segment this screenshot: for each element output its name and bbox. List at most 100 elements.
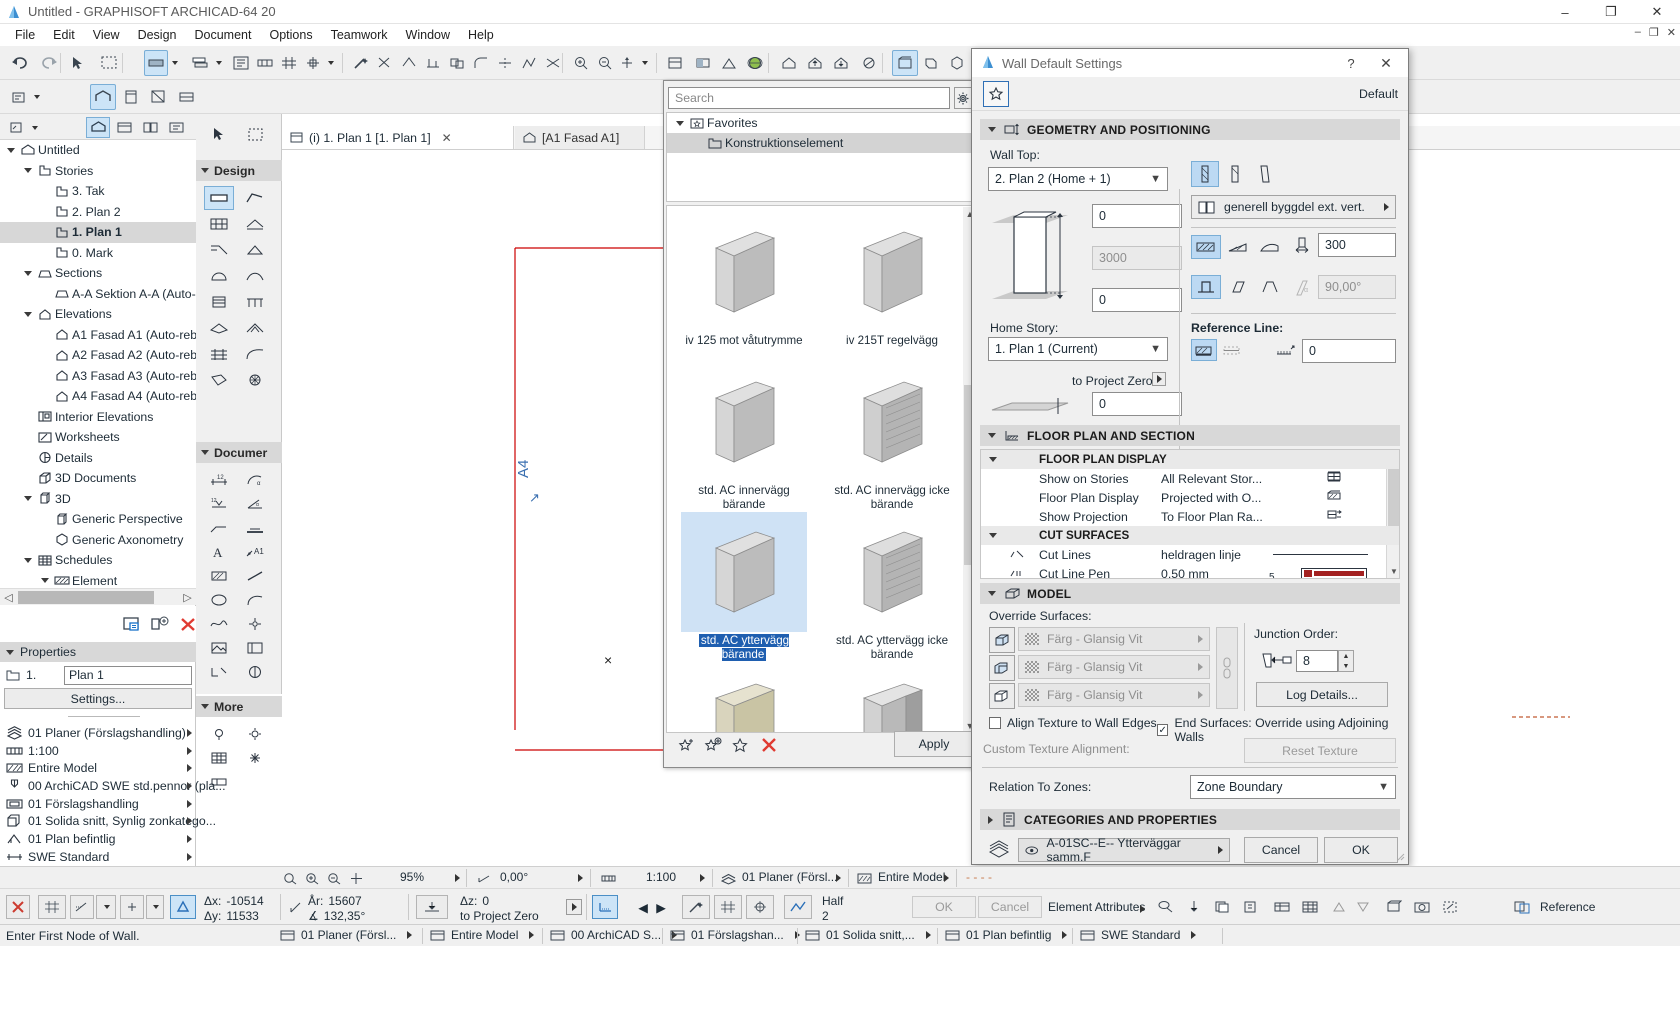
settings-row-3[interactable]: Show Projection To Floor Plan Ra...: [981, 507, 1399, 526]
menu-options[interactable]: Options: [260, 26, 321, 44]
model-section-header[interactable]: MODEL: [980, 583, 1400, 604]
project-zero-status-dropdown[interactable]: [566, 899, 582, 915]
bottom-combo-5[interactable]: 01 Plan befintlig: [945, 928, 1068, 942]
circle-tool[interactable]: [204, 588, 234, 612]
log-details-button[interactable]: Log Details...: [1256, 682, 1388, 707]
tree-item-worksheets[interactable]: Worksheets: [0, 427, 196, 448]
section-view-button[interactable]: [690, 50, 716, 76]
slanted-profile-button[interactable]: [1223, 275, 1253, 299]
object-tool[interactable]: [204, 264, 234, 288]
tree-item-element[interactable]: Element: [0, 571, 196, 589]
wall-angle-field[interactable]: 90,00°: [1318, 275, 1396, 299]
element-attributes-label[interactable]: Element Attributes: [1048, 900, 1145, 914]
beam-tool-button[interactable]: [146, 84, 172, 110]
3d-view-button[interactable]: [918, 50, 944, 76]
model-combo-dropdown-icon[interactable]: [944, 874, 949, 882]
marquee-select-tool[interactable]: [240, 122, 270, 146]
attribute-expand-icon[interactable]: [187, 799, 192, 808]
zone-label-tool[interactable]: [240, 516, 270, 540]
fillet-button[interactable]: [468, 50, 494, 76]
zoom-out-status-button[interactable]: [324, 869, 344, 887]
tree-item-details[interactable]: Details: [0, 448, 196, 469]
attribute-expand-icon[interactable]: [187, 852, 192, 861]
snap-guides-status-button[interactable]: [746, 895, 774, 919]
3d-window-button[interactable]: [892, 50, 918, 76]
attribute-expand-icon[interactable]: [187, 781, 192, 790]
model-combo-icon[interactable]: [854, 869, 874, 887]
element-settings-dropdown[interactable]: [30, 84, 42, 110]
expander-icon[interactable]: [21, 496, 35, 502]
3d-cutaway-button[interactable]: [1382, 895, 1406, 919]
grid-snap-2-button[interactable]: [70, 895, 94, 919]
close-button[interactable]: ✕: [1634, 0, 1680, 24]
stepper-up-icon[interactable]: ▲: [1339, 651, 1353, 661]
dialog-help-button[interactable]: ?: [1338, 53, 1364, 73]
mdi-close-button[interactable]: ✕: [1667, 26, 1676, 39]
curved-wall-button[interactable]: [1221, 161, 1249, 187]
setting-value[interactable]: 0,50 mm: [1161, 567, 1209, 579]
hotspot-tool[interactable]: [240, 612, 270, 636]
stair-tool[interactable]: [204, 290, 234, 314]
wall-height-field[interactable]: 3000: [1092, 246, 1182, 270]
favorite-item-4[interactable]: std. AC yttervägg bärande: [681, 512, 807, 662]
element-settings-button[interactable]: [8, 84, 30, 110]
shell-tool[interactable]: [240, 342, 270, 366]
reset-texture-button[interactable]: Reset Texture: [1244, 738, 1396, 763]
properties-collapse-icon[interactable]: [6, 649, 14, 655]
home-story-select[interactable]: 1. Plan 1 (Current) ▼: [988, 337, 1168, 361]
story-settings-button[interactable]: Settings...: [4, 688, 192, 709]
label-tool[interactable]: [204, 516, 234, 540]
snap-point-dropdown[interactable]: [146, 895, 164, 919]
tab-fasad-a1[interactable]: [A1 Fasad A1]: [515, 126, 645, 149]
tree-item-sections[interactable]: Sections: [0, 263, 196, 284]
coords-prev-icon[interactable]: ◀: [634, 895, 652, 919]
tree-item-generic-axonometry[interactable]: Generic Axonometry: [0, 530, 196, 551]
marquee-3d-button[interactable]: [1438, 895, 1462, 919]
favorite-item-2[interactable]: std. AC innervägg bärande: [681, 362, 807, 512]
pick-up-params-button[interactable]: [1154, 895, 1178, 919]
elevation-view-button[interactable]: [716, 50, 742, 76]
bottom-combo-3[interactable]: 01 Förslagshan...: [670, 928, 800, 942]
floorplan-section-header[interactable]: FLOOR PLAN AND SECTION: [980, 425, 1400, 446]
tree-item-3d-documents[interactable]: 3D Documents: [0, 468, 196, 489]
project-map-button[interactable]: [86, 117, 110, 138]
zoom-dropdown-icon[interactable]: [455, 874, 460, 882]
apply-favorite-button[interactable]: [727, 733, 753, 757]
tree-item-0-mark[interactable]: 0. Mark: [0, 243, 196, 264]
zoom-out-button[interactable]: [592, 50, 618, 76]
reference-offset-field[interactable]: 0: [1302, 339, 1396, 363]
settings-row-5[interactable]: Cut Lines heldragen linje: [981, 545, 1399, 564]
wall-base-offset-field[interactable]: 0: [1092, 288, 1182, 312]
bottom-combo-1[interactable]: Entire Model: [430, 928, 535, 942]
layers-button[interactable]: [188, 50, 212, 76]
wall-top-select[interactable]: 2. Plan 2 (Home + 1) ▼: [988, 167, 1168, 191]
favorite-item-5[interactable]: std. AC yttervägg icke bärande: [829, 512, 955, 662]
end-surfaces-checkbox[interactable]: ✓: [1157, 724, 1169, 736]
mdi-restore-button[interactable]: ❐: [1649, 26, 1659, 39]
tree-item-3d[interactable]: 3D: [0, 489, 196, 510]
link-surfaces-button[interactable]: [1216, 627, 1238, 709]
geometry-collapse-icon[interactable]: [988, 127, 996, 132]
expander-icon[interactable]: [21, 557, 35, 563]
double-slanted-button[interactable]: [1255, 235, 1285, 259]
straight-wall-button[interactable]: [1191, 161, 1219, 187]
fill-tool[interactable]: [204, 564, 234, 588]
undo-button[interactable]: [6, 50, 32, 76]
attribute-row-4[interactable]: 01 Förslagshandling: [0, 795, 196, 813]
expander-icon[interactable]: [38, 578, 52, 584]
dimension-tool[interactable]: 12: [204, 468, 234, 492]
spline-tool[interactable]: [204, 612, 234, 636]
slanted-geometry-button[interactable]: [1223, 235, 1253, 259]
settings-group-0[interactable]: FLOOR PLAN DISPLAY: [981, 450, 1399, 469]
element-attributes-dropdown-icon[interactable]: [1140, 905, 1145, 913]
attribute-row-3[interactable]: 00 ArchiCAD SWE std.pennor (pla...: [0, 777, 226, 795]
ref-line-center-button[interactable]: [1219, 339, 1245, 361]
floorplan-collapse-icon[interactable]: [988, 433, 996, 438]
pen-set-button[interactable]: [228, 50, 254, 76]
view-map-button[interactable]: [112, 117, 136, 138]
combo-dropdown-icon[interactable]: [407, 931, 413, 939]
settings-row-2[interactable]: Floor Plan Display Projected with O...: [981, 488, 1399, 507]
navigator-back-dropdown[interactable]: [28, 117, 40, 138]
snap-button[interactable]: [302, 50, 324, 76]
setting-value[interactable]: All Relevant Stor...: [1161, 472, 1262, 486]
